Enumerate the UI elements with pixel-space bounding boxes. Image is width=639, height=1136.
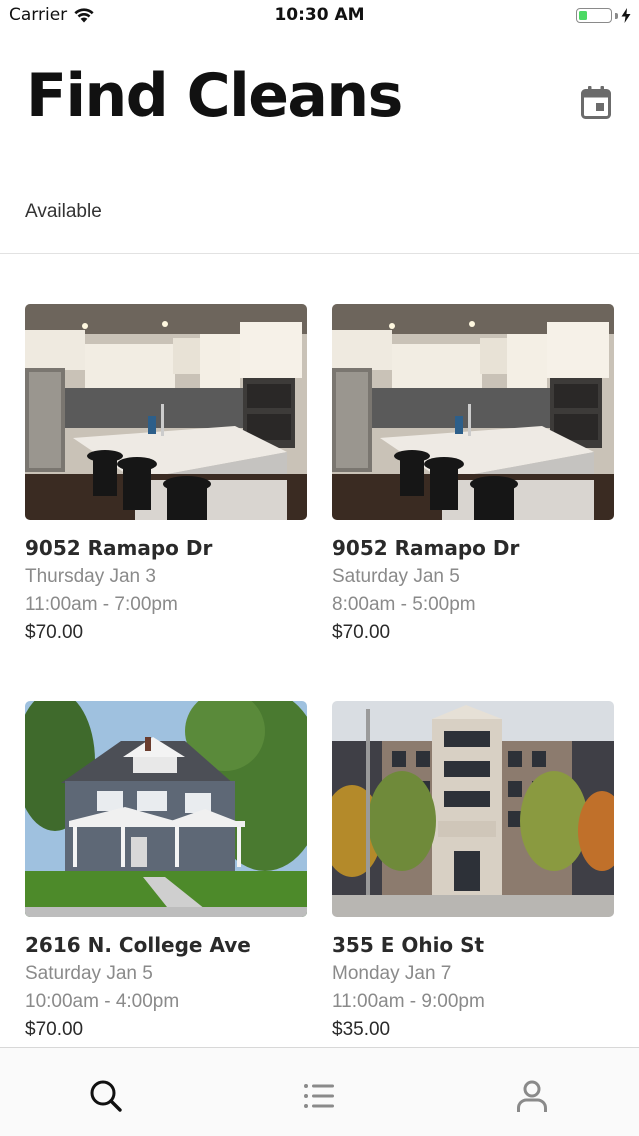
search-icon: [90, 1080, 122, 1112]
battery-icon: [576, 8, 612, 23]
calendar-button[interactable]: [578, 84, 614, 120]
listing-date: Saturday Jan 5: [25, 963, 153, 984]
house-photo: [25, 701, 307, 917]
listing-date: Thursday Jan 3: [25, 566, 156, 587]
status-time: 10:30 AM: [274, 5, 365, 25]
listing-date: Saturday Jan 5: [332, 566, 460, 587]
tab-bar: [0, 1047, 639, 1136]
tab-search[interactable]: [86, 1076, 126, 1116]
listing-address: 9052 Ramapo Dr: [25, 536, 213, 560]
listing-time-window: 11:00am - 7:00pm: [25, 594, 178, 615]
listing-time-window: 11:00am - 9:00pm: [332, 991, 485, 1012]
listing-price: $70.00: [332, 622, 391, 643]
listing-price: $70.00: [25, 1019, 84, 1040]
listing-address: 2616 N. College Ave: [25, 933, 251, 957]
battery-indicator: [576, 8, 631, 23]
list-icon: [304, 1084, 334, 1108]
battery-level: [579, 11, 587, 20]
listing-time-window: 8:00am - 5:00pm: [332, 594, 476, 615]
listing-card[interactable]: 2616 N. College Ave Saturday Jan 5 10:00…: [25, 701, 307, 1041]
listing-address: 9052 Ramapo Dr: [332, 536, 520, 560]
tab-profile[interactable]: [512, 1076, 552, 1116]
status-bar: Carrier 10:30 AM: [0, 0, 639, 32]
listing-card[interactable]: 9052 Ramapo Dr Saturday Jan 5 8:00am - 5…: [332, 304, 614, 644]
kitchen-photo: [25, 304, 307, 520]
profile-icon: [517, 1080, 547, 1112]
listing-price: $70.00: [25, 622, 84, 643]
listing-time-window: 10:00am - 4:00pm: [25, 991, 180, 1012]
header-divider: [0, 253, 639, 254]
charging-bolt-icon: [621, 8, 631, 23]
listing-address: 355 E Ohio St: [332, 933, 485, 957]
listing-card[interactable]: 9052 Ramapo Dr Thursday Jan 3 11:00am - …: [25, 304, 307, 644]
page-title: Find Cleans: [26, 61, 403, 131]
find-cleans-screen: Carrier 10:30 AM Find Cleans Available 9…: [0, 0, 639, 1136]
listing-card[interactable]: 355 E Ohio St Monday Jan 7 11:00am - 9:0…: [332, 701, 614, 1041]
tab-list[interactable]: [299, 1076, 339, 1116]
kitchen-photo: [332, 304, 614, 520]
listing-date: Monday Jan 7: [332, 963, 452, 984]
listing-price: $35.00: [332, 1019, 391, 1040]
apartment-building-photo: [332, 701, 614, 917]
availability-filter[interactable]: Available: [25, 201, 102, 223]
calendar-icon: [581, 85, 611, 119]
battery-cap: [615, 12, 618, 19]
